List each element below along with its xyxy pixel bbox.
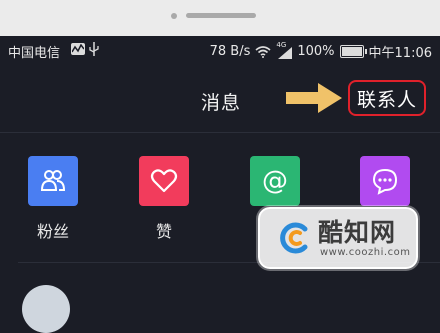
tab-contacts[interactable]: 联系人 (348, 80, 426, 116)
likes-label: 赞 (155, 222, 172, 241)
mentions-action[interactable]: @ (230, 156, 320, 206)
watermark: 酷知网 www.coozhi.com (258, 207, 418, 269)
carrier-name: 中国电信 (8, 46, 61, 61)
tab-header: 消息 联系人 (0, 66, 440, 133)
speaker-grille (186, 13, 256, 18)
usb-icon (89, 42, 99, 56)
people-icon (28, 156, 78, 206)
device-top-bezel (0, 0, 440, 36)
avatar[interactable] (22, 285, 70, 333)
likes-action[interactable]: 赞 (119, 156, 209, 242)
arrow-right-icon (286, 83, 342, 113)
status-bar: 中国电信 78 B/s 4G 100% 中午11:06 (0, 36, 440, 66)
clock: 中午11:06 (368, 46, 432, 61)
watermark-brand: 酷知网 (318, 217, 397, 247)
battery-percent: 100% (297, 44, 335, 59)
wifi-icon (255, 45, 271, 58)
battery-icon (339, 45, 367, 58)
activity-icon (71, 43, 85, 55)
fans-action[interactable]: 粉丝 (8, 156, 98, 242)
tab-contacts-label: 联系人 (356, 88, 417, 111)
comments-action[interactable] (340, 156, 430, 206)
signal-icon (278, 46, 293, 59)
at-icon-glyph: @ (262, 166, 288, 196)
camera-dot (171, 13, 177, 19)
fans-label: 粉丝 (36, 222, 69, 241)
watermark-url: www.coozhi.com (320, 246, 411, 258)
network-speed: 78 B/s (209, 44, 251, 59)
heart-icon (139, 156, 189, 206)
chat-bubble-icon (360, 156, 410, 206)
brand-logo-icon (280, 222, 308, 254)
tab-messages[interactable]: 消息 (201, 88, 241, 115)
at-icon: @ (250, 156, 300, 206)
